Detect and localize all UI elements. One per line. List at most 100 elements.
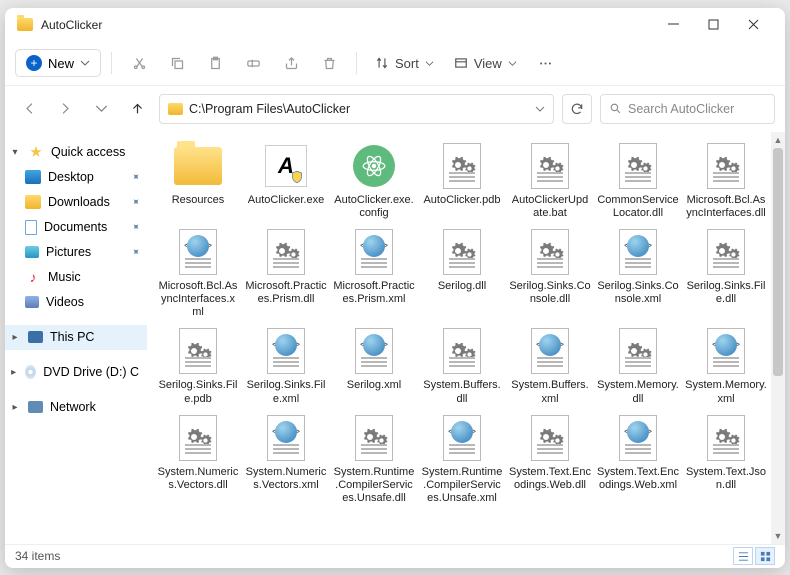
address-bar[interactable]: C:\Program Files\AutoClicker (159, 94, 554, 124)
file-item[interactable]: Serilog.Sinks.File.dll (685, 228, 767, 320)
more-button[interactable] (529, 48, 563, 78)
sort-button[interactable]: Sort (367, 52, 442, 75)
status-bar: 34 items (5, 544, 785, 568)
delete-button[interactable] (312, 48, 346, 78)
cut-button[interactable] (122, 48, 156, 78)
address-bar-row: C:\Program Files\AutoClicker Search Auto… (5, 86, 785, 132)
pin-icon: ✦ (128, 245, 142, 259)
back-button[interactable] (15, 95, 43, 123)
file-item[interactable]: <>Serilog.Sinks.Console.xml (597, 228, 679, 320)
details-view-button[interactable] (733, 547, 753, 565)
toolbar: + New Sort View (5, 42, 785, 86)
file-name: AutoClickerUpdate.bat (509, 194, 591, 220)
share-button[interactable] (274, 48, 308, 78)
file-item[interactable]: <>System.Memory.xml (685, 327, 767, 405)
recent-button[interactable] (87, 95, 115, 123)
search-placeholder: Search AutoClicker (628, 102, 734, 116)
sidebar-item-pictures[interactable]: Pictures✦ (5, 240, 147, 265)
file-item[interactable]: Microsoft.Bcl.AsyncInterfaces.dll (685, 142, 767, 220)
documents-icon (25, 220, 37, 235)
new-button[interactable]: + New (15, 49, 101, 77)
file-item[interactable]: CommonServiceLocator.dll (597, 142, 679, 220)
file-item[interactable]: <>Microsoft.Practices.Prism.xml (333, 228, 415, 320)
copy-button[interactable] (160, 48, 194, 78)
file-icon: <> (350, 327, 398, 375)
file-icon (350, 414, 398, 462)
sidebar-quick-access[interactable]: ▾ Quick access (5, 140, 147, 165)
file-item[interactable]: System.Text.Json.dll (685, 414, 767, 506)
close-button[interactable] (733, 10, 773, 40)
chevron-down-icon (508, 59, 517, 68)
sidebar-this-pc[interactable]: ▸This PC (5, 325, 147, 350)
file-name: Microsoft.Practices.Prism.xml (333, 280, 415, 306)
star-icon (28, 145, 44, 159)
sidebar-item-music[interactable]: ♪Music (5, 265, 147, 290)
sidebar-item-documents[interactable]: Documents✦ (5, 215, 147, 240)
file-item[interactable]: AutoClicker.pdb (421, 142, 503, 220)
scroll-track[interactable] (771, 148, 785, 528)
file-item[interactable]: <>System.Buffers.xml (509, 327, 591, 405)
scrollbar[interactable]: ▲ ▼ (771, 132, 785, 544)
scroll-down-button[interactable]: ▼ (771, 528, 785, 544)
sidebar-network[interactable]: ▸Network (5, 395, 147, 420)
file-item[interactable]: Resources (157, 142, 239, 220)
titlebar[interactable]: AutoClicker (5, 8, 785, 42)
file-icon (262, 228, 310, 276)
file-item[interactable]: <>Serilog.xml (333, 327, 415, 405)
minimize-button[interactable] (653, 10, 693, 40)
file-name: System.Numerics.Vectors.dll (157, 466, 239, 492)
file-item[interactable]: <>System.Numerics.Vectors.xml (245, 414, 327, 506)
file-icon (526, 414, 574, 462)
file-explorer-window: AutoClicker + New Sort View (5, 8, 785, 568)
chevron-down-icon[interactable] (535, 104, 545, 114)
file-item[interactable]: AutoClickerUpdate.bat (509, 142, 591, 220)
file-item[interactable]: System.Numerics.Vectors.dll (157, 414, 239, 506)
file-name: Serilog.Sinks.File.dll (685, 280, 767, 306)
sidebar-dvd-drive[interactable]: ▸DVD Drive (D:) CCCC (5, 360, 147, 385)
file-item[interactable]: <>System.Runtime.CompilerServices.Unsafe… (421, 414, 503, 506)
file-icon (526, 142, 574, 190)
view-button[interactable]: View (446, 52, 525, 75)
sidebar-item-downloads[interactable]: Downloads✦ (5, 190, 147, 215)
rename-button[interactable] (236, 48, 270, 78)
chevron-right-icon: ▸ (9, 332, 21, 343)
sidebar-item-desktop[interactable]: Desktop✦ (5, 165, 147, 190)
file-item[interactable]: <>Microsoft.Bcl.AsyncInterfaces.xml (157, 228, 239, 320)
chevron-down-icon (425, 59, 434, 68)
file-item[interactable]: AAutoClicker.exe (245, 142, 327, 220)
file-item[interactable]: System.Runtime.CompilerServices.Unsafe.d… (333, 414, 415, 506)
file-name: System.Text.Encodings.Web.xml (597, 466, 679, 492)
file-item[interactable]: AutoClicker.exe.config (333, 142, 415, 220)
file-item[interactable]: <> System.Text.Encodings.Web.xml (597, 414, 679, 506)
window-title: AutoClicker (41, 18, 102, 32)
file-item[interactable]: Microsoft.Practices.Prism.dll (245, 228, 327, 320)
forward-button[interactable] (51, 95, 79, 123)
scroll-thumb[interactable] (773, 148, 783, 376)
file-item[interactable]: System.Memory.dll (597, 327, 679, 405)
folder-icon (25, 195, 41, 209)
search-input[interactable]: Search AutoClicker (600, 94, 775, 124)
up-button[interactable] (123, 95, 151, 123)
file-name: System.Numerics.Vectors.xml (245, 466, 327, 492)
file-icon: <> (614, 414, 662, 462)
file-item[interactable]: System.Text.Encodings.Web.dll (509, 414, 591, 506)
scroll-up-button[interactable]: ▲ (771, 132, 785, 148)
file-icon (614, 142, 662, 190)
paste-button[interactable] (198, 48, 232, 78)
address-path: C:\Program Files\AutoClicker (189, 102, 529, 116)
maximize-button[interactable] (693, 10, 733, 40)
icons-view-button[interactable] (755, 547, 775, 565)
refresh-button[interactable] (562, 94, 592, 124)
file-icon (702, 228, 750, 276)
file-item[interactable]: Serilog.Sinks.File.pdb (157, 327, 239, 405)
file-item[interactable]: <>Serilog.Sinks.File.xml (245, 327, 327, 405)
separator (356, 52, 357, 74)
file-name: Serilog.Sinks.Console.xml (597, 280, 679, 306)
file-item[interactable]: Serilog.Sinks.Console.dll (509, 228, 591, 320)
file-item[interactable]: Serilog.dll (421, 228, 503, 320)
sidebar-item-videos[interactable]: Videos (5, 290, 147, 315)
file-icon (350, 142, 398, 190)
pictures-icon (25, 246, 39, 258)
file-grid[interactable]: ResourcesAAutoClicker.exeAutoClicker.exe… (147, 132, 771, 544)
file-item[interactable]: System.Buffers.dll (421, 327, 503, 405)
